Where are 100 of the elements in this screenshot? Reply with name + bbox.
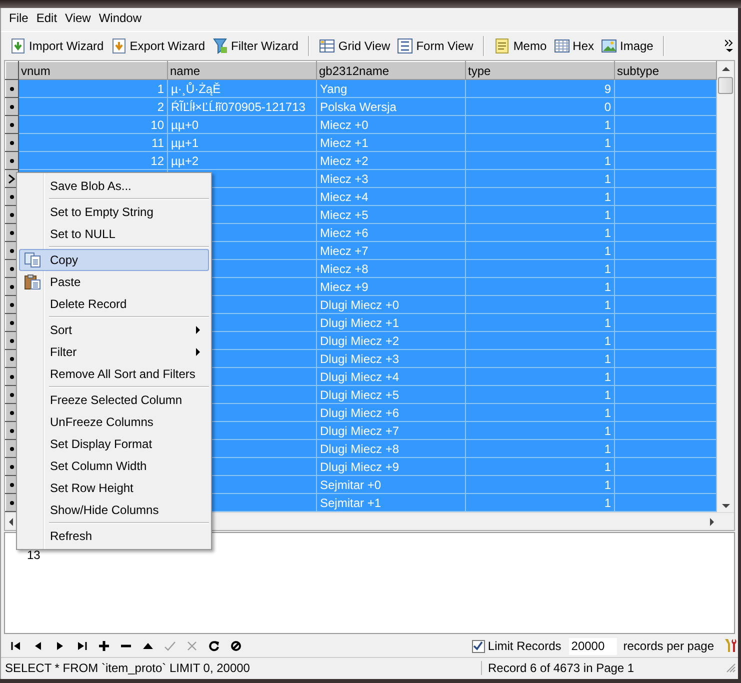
table-cell: Sejmitar +0 — [320, 478, 382, 492]
menu-item[interactable]: UnFreeze Columns — [19, 411, 209, 433]
table-cell: µµ+2 — [171, 154, 199, 168]
table-cell: 1 — [604, 244, 611, 258]
menu-item[interactable]: View — [61, 11, 95, 25]
table-cell: Miecz +0 — [320, 118, 368, 132]
row-indicator[interactable] — [6, 98, 18, 116]
table-cell: 1 — [604, 208, 611, 222]
menu-item[interactable]: Filter — [19, 341, 209, 363]
image-icon — [601, 38, 617, 54]
menu-item[interactable]: Copy — [19, 249, 209, 271]
menu-item[interactable]: Set Column Width — [19, 455, 209, 477]
row-indicator[interactable] — [6, 116, 18, 134]
menu-item[interactable]: Show/Hide Columns — [19, 499, 209, 521]
row-indicator[interactable] — [6, 152, 18, 170]
toolbar-button[interactable]: Form View — [394, 36, 476, 56]
checkmark-icon — [473, 641, 484, 651]
table-cell: 1 — [604, 172, 611, 186]
menu-item[interactable]: Remove All Sort and Filters — [19, 363, 209, 385]
table-cell: 1 — [604, 424, 611, 438]
table-cell: Dlugi Miecz +5 — [320, 388, 400, 402]
limit-field[interactable]: 20000 — [569, 638, 618, 654]
table-cell: Miecz +9 — [320, 280, 368, 294]
toolbar-button[interactable]: Grid View — [316, 36, 394, 56]
menu-item[interactable]: Window — [94, 11, 146, 25]
toolbar-button[interactable]: Image — [598, 36, 656, 56]
table-cell: µ·¸Ů·ŻąĚ — [171, 82, 221, 96]
import-icon — [10, 38, 26, 54]
toolbar-button[interactable]: Hex — [550, 36, 597, 56]
table-cell: Dlugi Miecz +2 — [320, 334, 400, 348]
table-cell: Dlugi Miecz +9 — [320, 460, 400, 474]
grid-icon — [319, 38, 336, 54]
toolbar-button[interactable]: Memo — [491, 36, 550, 56]
table-cell: 1 — [604, 388, 611, 402]
table-cell: Miecz +2 — [320, 154, 368, 168]
table-cell: 1 — [604, 478, 611, 492]
scroll-thumb[interactable] — [718, 77, 734, 94]
table-cell: 1 — [604, 226, 611, 240]
table-cell: 1 — [604, 334, 611, 348]
table-cell: ŔĨĽĺł×ĽĹłĩ070905-121713 — [171, 100, 306, 114]
table-cell: 1 — [604, 406, 611, 420]
menu-item[interactable]: Paste — [19, 271, 209, 293]
row-indicator[interactable] — [6, 134, 18, 152]
table-cell: µµ+1 — [171, 136, 199, 150]
funnel-icon — [212, 38, 228, 54]
table-cell: Miecz +4 — [320, 190, 368, 204]
table-cell: Sejmitar +1 — [320, 496, 382, 510]
table-cell: Dlugi Miecz +8 — [320, 442, 400, 456]
note-icon — [494, 38, 510, 54]
table-cell: Miecz +5 — [320, 208, 368, 222]
table-cell: 1 — [604, 190, 611, 204]
table-cell: 1 — [604, 262, 611, 276]
table-cell: 1 — [604, 442, 611, 456]
menu-item[interactable]: File — [5, 11, 32, 25]
scroll-up-icon[interactable] — [722, 67, 730, 71]
export-icon — [110, 38, 127, 54]
table-cell: Polska Wersja — [320, 100, 396, 114]
stop-icon — [230, 640, 242, 652]
toolbar-button[interactable]: Filter Wizard — [209, 36, 302, 56]
menu-item[interactable]: Sort — [19, 319, 209, 341]
plus-icon — [98, 640, 110, 652]
column-header[interactable]: vnum — [18, 62, 168, 80]
status-text: SELECT * FROM `item_proto` LIMIT 0, 20000 — [1, 660, 482, 674]
table-cell: Dlugi Miecz +4 — [320, 370, 400, 384]
submenu-arrow-icon — [196, 348, 200, 356]
column-header[interactable]: subtype — [614, 62, 717, 80]
menu-item[interactable]: Set Row Height — [19, 477, 209, 499]
table-cell: 1 — [604, 460, 611, 474]
column-header[interactable]: gb2312name — [316, 62, 466, 80]
memo-text[interactable]: 13 — [27, 548, 40, 562]
table-cell: 9 — [604, 82, 611, 96]
limit-checkbox[interactable] — [472, 640, 485, 652]
table-cell: 10 — [150, 118, 164, 132]
submenu-arrow-icon — [196, 326, 200, 334]
scroll-left-icon[interactable] — [9, 518, 13, 526]
table-cell: 1 — [604, 370, 611, 384]
column-header[interactable]: type — [466, 62, 614, 80]
column-header[interactable]: name — [168, 62, 316, 80]
menu-item[interactable]: Delete Record — [19, 293, 209, 315]
menu-item[interactable]: Set to NULL — [19, 223, 209, 245]
tools-icon[interactable] — [722, 638, 738, 654]
table-cell: Yang — [320, 82, 348, 96]
table-cell: 1 — [604, 118, 611, 132]
menu-item[interactable]: Set Display Format — [19, 433, 209, 455]
scroll-down-icon[interactable] — [722, 504, 730, 508]
menu-item[interactable]: Freeze Selected Column — [19, 389, 209, 411]
table-cell: 1 — [604, 280, 611, 294]
field-label: records per page — [623, 639, 714, 653]
table-cell: Dlugi Miecz +6 — [320, 406, 400, 420]
toolbar-button[interactable]: Export Wizard — [108, 36, 208, 56]
menu-item[interactable]: Set to Empty String — [19, 201, 209, 223]
cross-icon — [186, 640, 198, 652]
menu-item[interactable]: Refresh — [19, 525, 209, 547]
overflow-icon[interactable] — [725, 39, 734, 53]
toolbar-button[interactable]: Import Wizard — [7, 36, 107, 56]
table-cell: Miecz +8 — [320, 262, 368, 276]
row-indicator[interactable] — [6, 80, 18, 98]
menu-item[interactable]: Edit — [32, 11, 62, 25]
scroll-right-icon[interactable] — [710, 518, 714, 526]
menu-item[interactable]: Save Blob As... — [19, 175, 209, 197]
